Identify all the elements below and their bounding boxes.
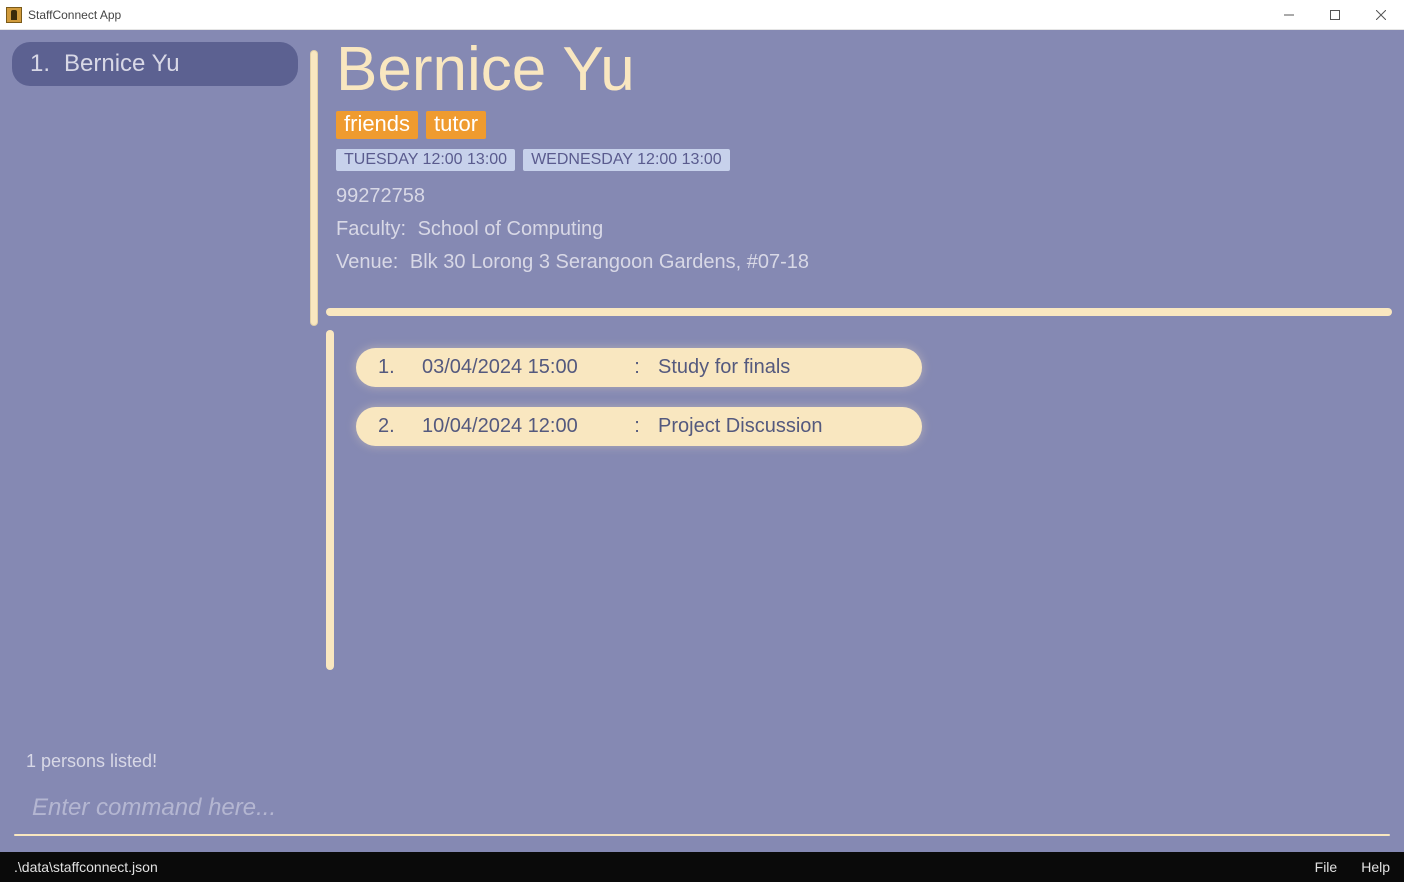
phone-label: 99272758 <box>336 185 1370 208</box>
meeting-row[interactable]: 1. 03/04/2024 15:00 : Study for finals <box>356 348 922 387</box>
accent-bar-vertical <box>310 50 318 326</box>
person-name-label: Bernice Yu <box>64 50 180 78</box>
title-bar: StaffConnect App <box>0 0 1404 30</box>
meeting-date: 10/04/2024 12:00 <box>422 415 616 438</box>
app-body: 1. Bernice Yu Bernice Yu friends tutor T… <box>0 30 1404 852</box>
person-index-label: 1. <box>30 50 50 78</box>
accent-bar-vertical <box>326 330 334 670</box>
meeting-row[interactable]: 2. 10/04/2024 12:00 : Project Discussion <box>356 407 922 446</box>
meeting-date: 03/04/2024 15:00 <box>422 356 616 379</box>
window-controls <box>1266 0 1404 30</box>
accent-bar-horizontal <box>326 308 1392 316</box>
menu-file[interactable]: File <box>1315 859 1338 875</box>
availability-badge: TUESDAY 12:00 13:00 <box>336 149 515 171</box>
detail-name: Bernice Yu <box>336 34 1370 105</box>
status-bar: .\data\staffconnect.json File Help <box>0 852 1404 882</box>
detail-pane: Bernice Yu friends tutor TUESDAY 12:00 1… <box>326 40 1392 846</box>
venue-value: Blk 30 Lorong 3 Serangoon Gardens, #07-1… <box>410 251 809 273</box>
meeting-index: 2. <box>378 415 422 438</box>
availability-badge: WEDNESDAY 12:00 13:00 <box>523 149 730 171</box>
meeting-sep: : <box>616 415 658 438</box>
maximize-button[interactable] <box>1312 0 1358 30</box>
meetings-list: 1. 03/04/2024 15:00 : Study for finals 2… <box>356 330 1380 670</box>
result-display: 1 persons listed! <box>26 751 157 772</box>
venue-line: Venue: Blk 30 Lorong 3 Serangoon Gardens… <box>336 251 1370 274</box>
faculty-label: Faculty: <box>336 218 406 240</box>
venue-label: Venue: <box>336 251 398 273</box>
close-button[interactable] <box>1358 0 1404 30</box>
availability-row: TUESDAY 12:00 13:00 WEDNESDAY 12:00 13:0… <box>336 149 1370 171</box>
save-path-label: .\data\staffconnect.json <box>14 859 158 875</box>
command-row <box>14 786 1390 830</box>
command-underline <box>14 834 1390 836</box>
meetings-section: 1. 03/04/2024 15:00 : Study for finals 2… <box>326 330 1380 670</box>
meeting-index: 1. <box>378 356 422 379</box>
minimize-icon <box>1284 10 1294 20</box>
tags-row: friends tutor <box>336 111 1370 139</box>
person-list: 1. Bernice Yu <box>12 40 298 846</box>
tag-badge: friends <box>336 111 418 139</box>
faculty-value: School of Computing <box>418 218 604 240</box>
window-title: StaffConnect App <box>28 8 121 22</box>
app-shell: 1. Bernice Yu Bernice Yu friends tutor T… <box>0 30 1404 882</box>
tag-badge: tutor <box>426 111 486 139</box>
meeting-sep: : <box>616 356 658 379</box>
meeting-desc: Study for finals <box>658 356 900 379</box>
faculty-line: Faculty: School of Computing <box>336 218 1370 241</box>
maximize-icon <box>1330 10 1340 20</box>
minimize-button[interactable] <box>1266 0 1312 30</box>
command-input[interactable] <box>14 786 1390 830</box>
detail-header: Bernice Yu friends tutor TUESDAY 12:00 1… <box>326 40 1380 290</box>
app-icon <box>6 7 22 23</box>
menu-help[interactable]: Help <box>1361 859 1390 875</box>
footer-menu: File Help <box>1315 859 1390 875</box>
close-icon <box>1376 10 1386 20</box>
meeting-desc: Project Discussion <box>658 415 900 438</box>
person-list-item[interactable]: 1. Bernice Yu <box>12 42 298 86</box>
